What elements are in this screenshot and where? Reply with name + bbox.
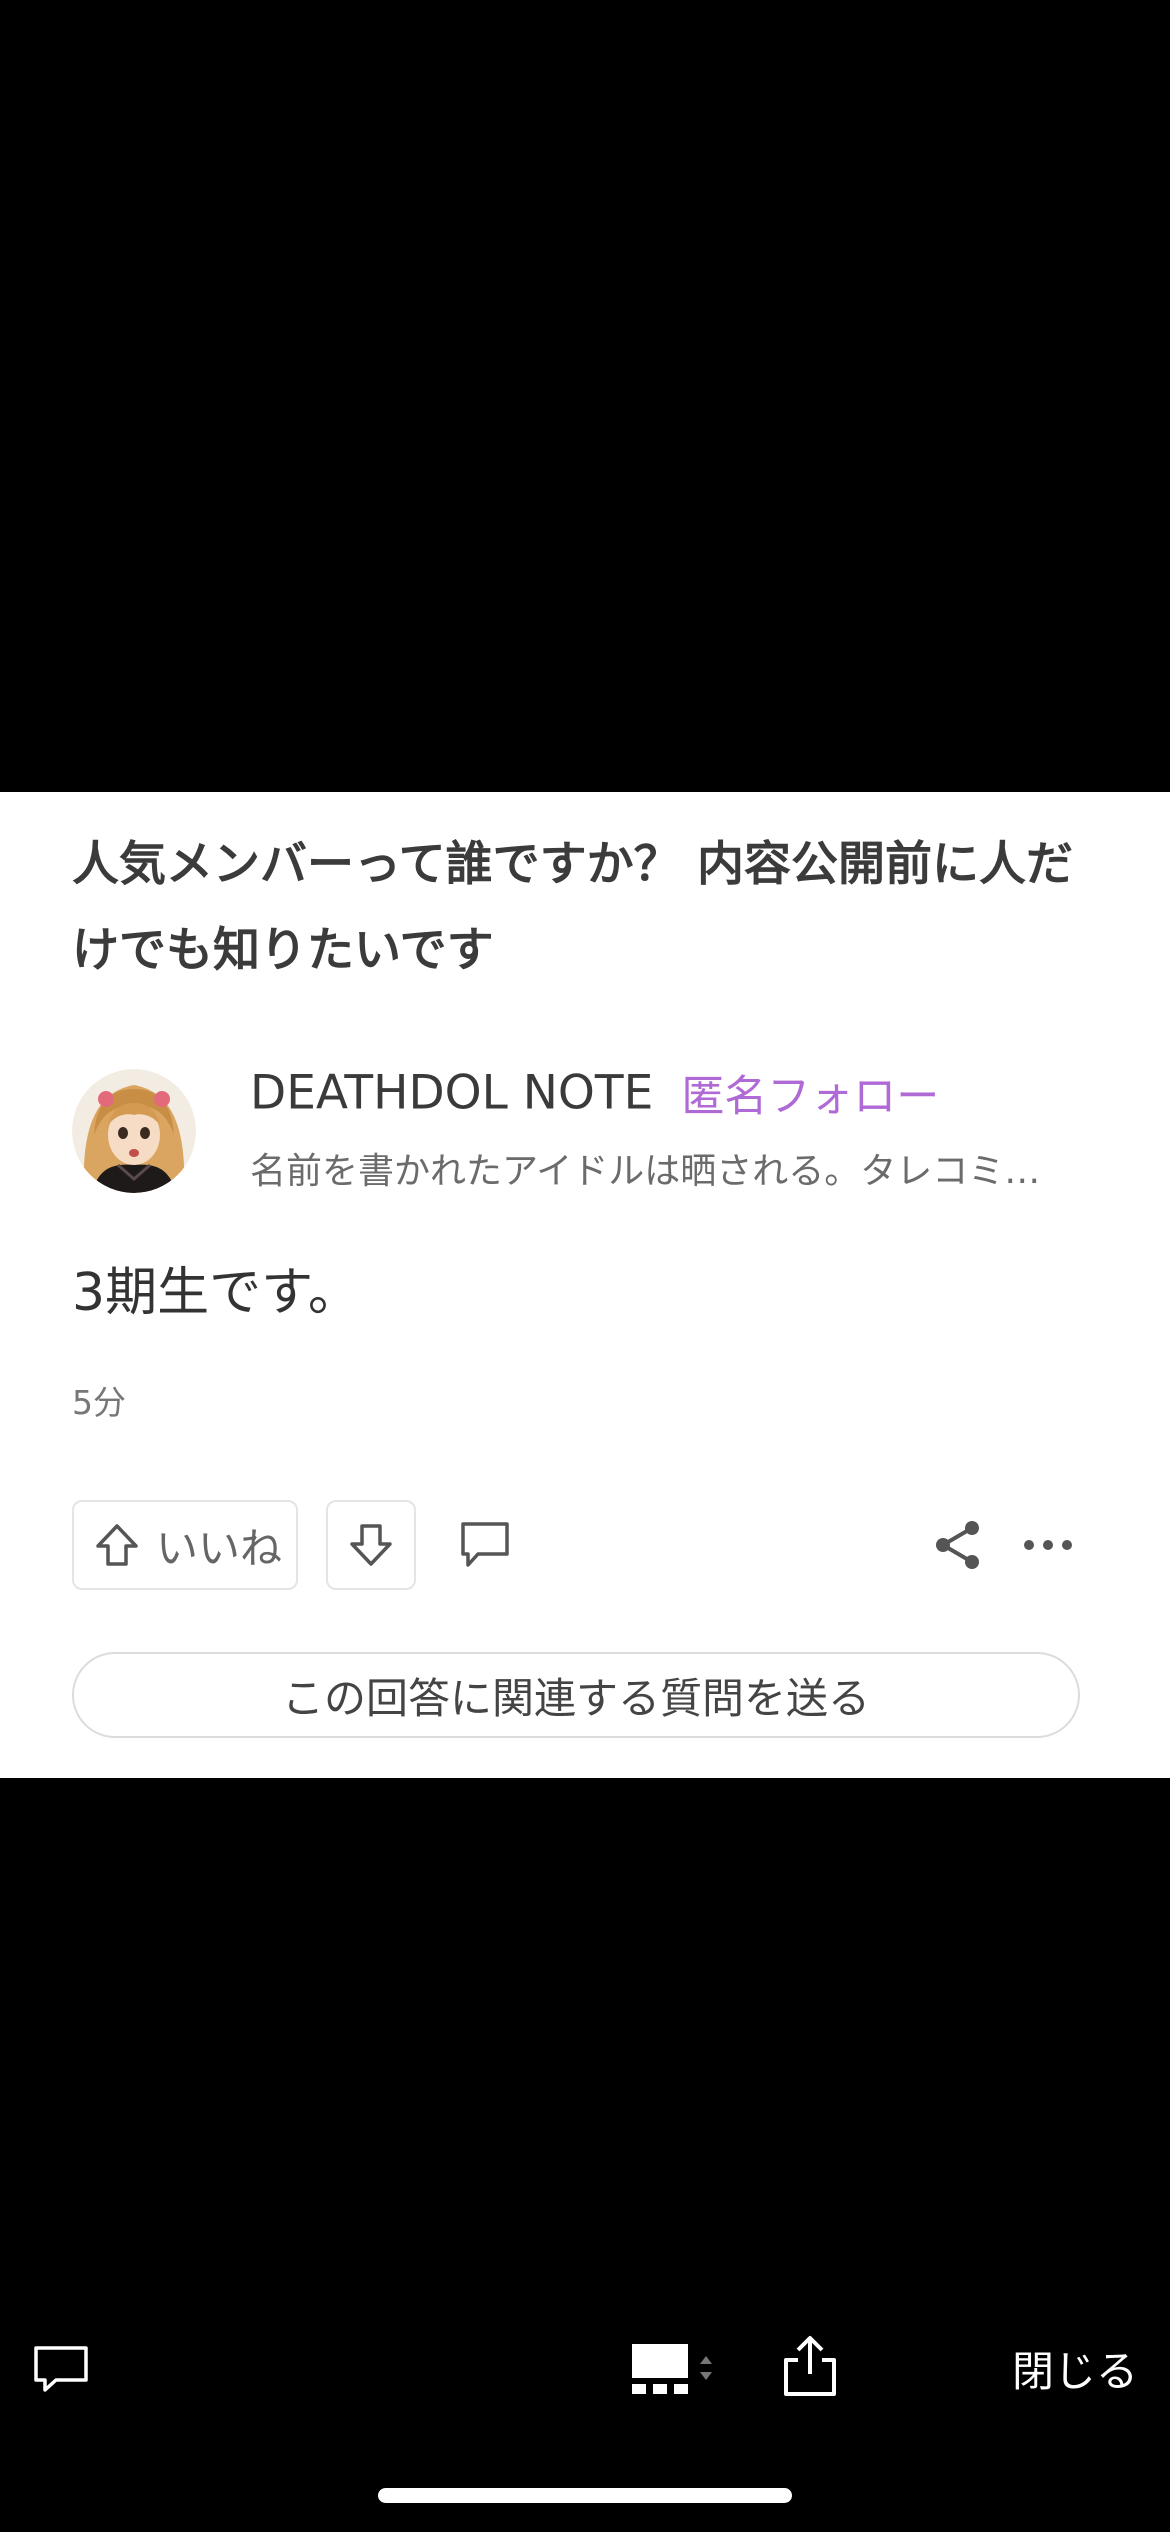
layout-icon	[632, 2344, 712, 2394]
comment-icon	[34, 2346, 88, 2392]
upvote-label: いいね	[156, 1523, 283, 1573]
anonymous-follow-button[interactable]: 匿名フォロー	[681, 1072, 939, 1122]
avatar-image	[72, 1069, 196, 1193]
share-upload-icon	[784, 2336, 836, 2396]
viewer-comment-button[interactable]	[25, 2333, 97, 2405]
reply-icon	[461, 1522, 509, 1567]
author-bio: 名前を書かれたアイドルは晒される。タレコミ…	[250, 1151, 1041, 1192]
author-name[interactable]: DEATHDOL NOTE	[250, 1066, 653, 1121]
timestamp: 5分	[72, 1383, 126, 1422]
share-button[interactable]	[925, 1500, 990, 1590]
reply-button[interactable]	[450, 1500, 520, 1590]
question-title[interactable]: 人気メンバーって誰ですか？ 内容公開前に人だけでも知りたいです	[72, 822, 1092, 994]
more-icon	[1023, 1540, 1072, 1550]
downvote-button[interactable]	[326, 1500, 416, 1590]
avatar[interactable]	[72, 1069, 196, 1193]
home-indicator[interactable]	[378, 2488, 792, 2503]
close-button[interactable]: 閉じる	[1000, 2328, 1150, 2408]
viewer-toolbar: 閉じる	[0, 2318, 1170, 2418]
send-related-question-button[interactable]: この回答に関連する質問を送る	[72, 1652, 1080, 1738]
upvote-button[interactable]: いいね	[72, 1500, 298, 1590]
viewer-share-button[interactable]	[775, 2326, 845, 2406]
viewer-layout-button[interactable]	[625, 2333, 725, 2405]
answer-card: 人気メンバーって誰ですか？ 内容公開前に人だけでも知りたいです DEATHDOL…	[0, 792, 1170, 1778]
more-button[interactable]	[1015, 1500, 1080, 1590]
answer-text: 3期生です。	[72, 1263, 360, 1323]
share-icon	[935, 1521, 979, 1569]
downvote-arrow-icon	[350, 1524, 392, 1566]
upvote-arrow-icon	[96, 1524, 138, 1566]
author-row: DEATHDOL NOTE 匿名フォロー	[250, 1062, 939, 1124]
